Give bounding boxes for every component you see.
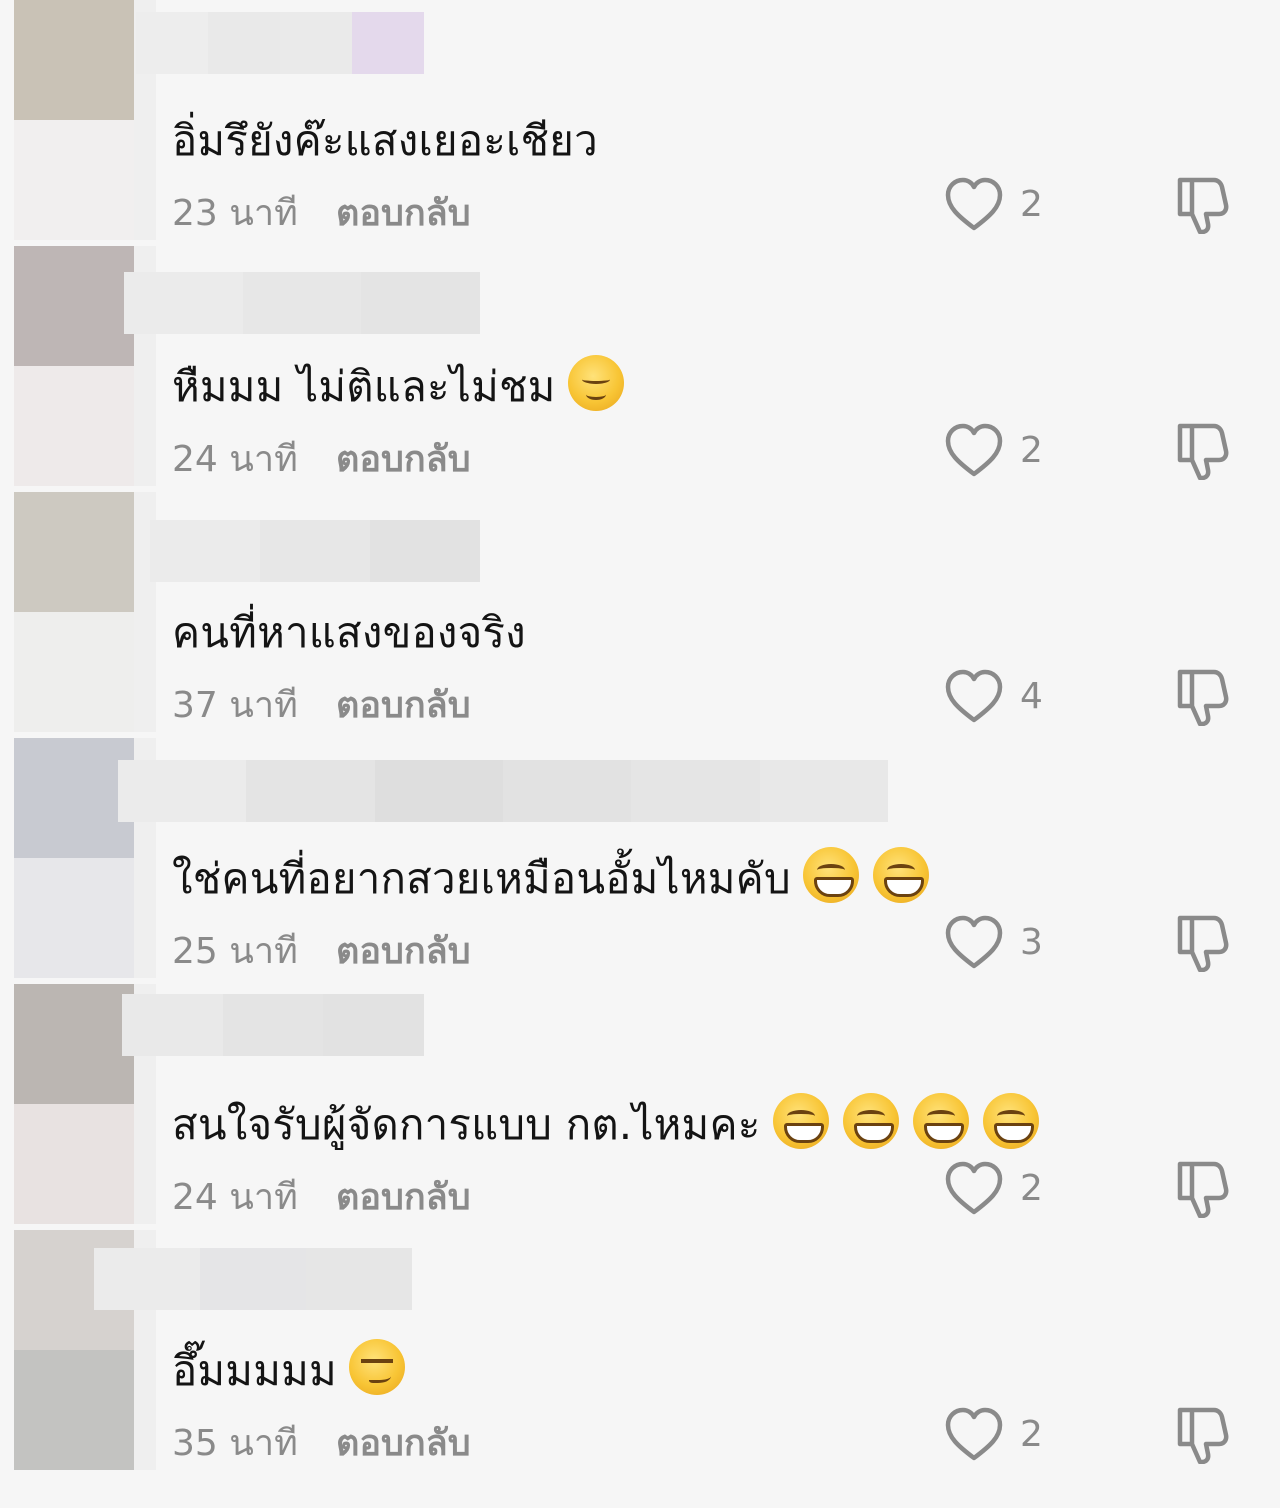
comment-timestamp: 24 นาที xyxy=(172,1177,298,1218)
reply-button[interactable]: ตอบกลับ xyxy=(336,922,471,979)
comment-text: สนใจรับผู้จัดการแบบ กต.ไหมคะ xyxy=(172,1092,1039,1158)
comment-text-content: หืมมม ไม่ติและไม่ชม xyxy=(172,362,556,411)
avatar[interactable] xyxy=(14,492,156,732)
reply-button[interactable]: ตอบกลับ xyxy=(336,1168,471,1225)
grinning-face-emoji xyxy=(872,847,929,903)
avatar[interactable] xyxy=(14,0,156,240)
comment-text: อึ๊มมมมม xyxy=(172,1338,405,1404)
comment-item: อึ๊มมมมม 35 นาที ตอบกลับ 2 xyxy=(0,1230,1280,1476)
thumbs-down-icon[interactable] xyxy=(1170,172,1232,234)
reply-button[interactable]: ตอบกลับ xyxy=(336,676,471,733)
username-blurred[interactable] xyxy=(122,994,425,1056)
comment-item: สนใจรับผู้จัดการแบบ กต.ไหมคะ 24 นาที ตอบกล… xyxy=(0,984,1280,1230)
grinning-face-emoji xyxy=(802,847,859,903)
grinning-face-emoji xyxy=(982,1093,1039,1149)
thumbs-down-icon[interactable] xyxy=(1170,664,1232,726)
reply-button[interactable]: ตอบกลับ xyxy=(336,430,471,487)
heart-icon[interactable] xyxy=(944,1160,1004,1218)
thumbs-down-icon[interactable] xyxy=(1170,418,1232,480)
heart-icon[interactable] xyxy=(944,914,1004,972)
smirking-face-emoji xyxy=(348,1339,405,1395)
username-blurred[interactable] xyxy=(124,272,481,334)
comment-timestamp: 24 นาที xyxy=(172,439,298,480)
reply-button[interactable]: ตอบกลับ xyxy=(336,1414,471,1471)
comment-timestamp: 25 นาที xyxy=(172,931,298,972)
reply-button[interactable]: ตอบกลับ xyxy=(336,184,471,241)
thumbs-down-icon[interactable] xyxy=(1170,1156,1232,1218)
comment-item: หืมมม ไม่ติและไม่ชม 24 นาที ตอบกลับ 2 xyxy=(0,246,1280,492)
comment-timestamp: 23 นาที xyxy=(172,193,298,234)
comment-item: อิ่มรึยังค๊ะแสงเยอะเชียว 23 นาที ตอบกลับ 2 xyxy=(0,0,1280,246)
comment-text-content: อิ่มรึยังค๊ะแสงเยอะเชียว xyxy=(172,116,598,165)
comment-timestamp: 35 นาที xyxy=(172,1423,298,1464)
username-blurred[interactable] xyxy=(94,1248,412,1310)
grinning-face-emoji xyxy=(842,1093,899,1149)
comment-text-content: อึ๊มมมมม xyxy=(172,1346,337,1395)
heart-icon[interactable] xyxy=(944,176,1004,234)
like-count: 4 xyxy=(1020,676,1043,717)
heart-icon[interactable] xyxy=(944,668,1004,726)
smiling-face-with-blush-emoji xyxy=(567,355,624,411)
comment-text-content: ใช่คนที่อยากสวยเหมือนอั้มไหมคับ xyxy=(172,854,791,903)
heart-icon[interactable] xyxy=(944,1406,1004,1464)
comment-text: หืมมม ไม่ติและไม่ชม xyxy=(172,354,624,420)
grinning-face-emoji xyxy=(912,1093,969,1149)
like-count: 3 xyxy=(1020,922,1043,963)
comment-text: คนที่หาแสงของจริง xyxy=(172,600,526,666)
comment-text-content: คนที่หาแสงของจริง xyxy=(172,608,526,657)
like-count: 2 xyxy=(1020,184,1043,225)
thumbs-down-icon[interactable] xyxy=(1170,910,1232,972)
username-blurred[interactable] xyxy=(136,12,424,74)
heart-icon[interactable] xyxy=(944,422,1004,480)
like-count: 2 xyxy=(1020,1168,1043,1209)
comment-text: ใช่คนที่อยากสวยเหมือนอั้มไหมคับ xyxy=(172,846,929,912)
comment-item: ใช่คนที่อยากสวยเหมือนอั้มไหมคับ 25 นาที ตอ… xyxy=(0,738,1280,984)
comment-item: คนที่หาแสงของจริง 37 นาที ตอบกลับ 4 xyxy=(0,492,1280,738)
username-blurred[interactable] xyxy=(150,520,480,582)
comment-text-content: สนใจรับผู้จัดการแบบ กต.ไหมคะ xyxy=(172,1100,761,1149)
username-blurred[interactable] xyxy=(118,760,888,822)
thumbs-down-icon[interactable] xyxy=(1170,1402,1232,1464)
comment-timestamp: 37 นาที xyxy=(172,685,298,726)
like-count: 2 xyxy=(1020,1414,1043,1455)
comment-text: อิ่มรึยังค๊ะแสงเยอะเชียว xyxy=(172,108,598,174)
grinning-face-emoji xyxy=(772,1093,829,1149)
like-count: 2 xyxy=(1020,430,1043,471)
